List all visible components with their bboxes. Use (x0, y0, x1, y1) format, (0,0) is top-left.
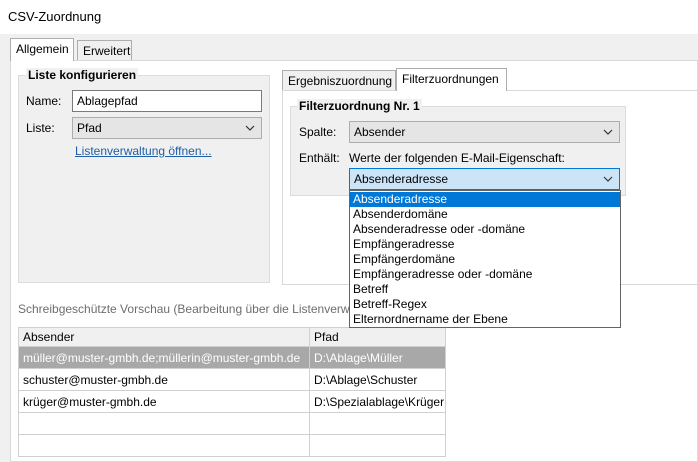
table-row[interactable]: müller@muster-gmbh.de;müllerin@muster-gm… (18, 346, 446, 369)
table-row[interactable] (18, 434, 446, 457)
tab-erweitert-label: Erweitert (83, 44, 131, 58)
name-label: Name: (26, 94, 62, 108)
dropdown-option[interactable]: Betreff (350, 282, 620, 297)
tab-filterzuordnungen[interactable]: Filterzuordnungen (396, 68, 507, 91)
tab-ergebniszuordnung-label: Ergebniszuordnung (288, 74, 393, 88)
dropdown-option[interactable]: Empfängerdomäne (350, 252, 620, 267)
dropdown-option[interactable]: Absenderdomäne (350, 207, 620, 222)
tab-allgemein[interactable]: Allgemein (10, 38, 74, 61)
preview-table-wrap: Absender Pfad müller@muster-gmbh.de;müll… (18, 327, 446, 457)
table-cell: krüger@muster-gmbh.de (18, 390, 310, 413)
title-bar: CSV-Zuordnung (0, 0, 698, 34)
name-field-value: Ablagepfad (77, 94, 138, 108)
contains-label: Enthält: (299, 151, 340, 165)
table-cell (18, 412, 310, 435)
dropdown-option[interactable]: Betreff-Regex (350, 297, 620, 312)
table-row[interactable]: schuster@muster-gmbh.de D:\Ablage\Schust… (18, 368, 446, 391)
window-title: CSV-Zuordnung (8, 9, 102, 24)
list-config-title: Liste konfigurieren (26, 68, 139, 82)
column-header-absender[interactable]: Absender (18, 327, 310, 347)
table-cell: schuster@muster-gmbh.de (18, 368, 310, 391)
table-row[interactable]: krüger@muster-gmbh.de D:\Spezialablage\K… (18, 390, 446, 413)
dropdown-option[interactable]: Absenderadresse (350, 192, 620, 207)
filter-title: Filterzuordnung Nr. 1 (297, 99, 422, 113)
property-select[interactable]: Absenderadresse (349, 168, 620, 190)
table-cell (309, 412, 446, 435)
table-cell (309, 434, 446, 457)
column-select[interactable]: Absender (349, 121, 620, 143)
preview-table: Absender Pfad müller@muster-gmbh.de;müll… (18, 327, 446, 457)
tab-filterzuordnungen-label: Filterzuordnungen (402, 72, 499, 86)
table-cell: müller@muster-gmbh.de;müllerin@muster-gm… (18, 346, 310, 369)
chevron-down-icon (603, 129, 613, 135)
chevron-down-icon (245, 125, 255, 131)
name-field[interactable]: Ablagepfad (72, 90, 262, 112)
property-dropdown-list: Absenderadresse Absenderdomäne Absendera… (349, 190, 621, 328)
table-cell: D:\Ablage\Müller (309, 346, 446, 369)
column-label: Spalte: (299, 125, 337, 139)
table-cell (18, 434, 310, 457)
tab-erweitert[interactable]: Erweitert (77, 40, 132, 61)
table-cell: D:\Spezialablage\Krüger (309, 390, 446, 413)
table-header-row: Absender Pfad (18, 327, 446, 347)
column-select-value: Absender (354, 125, 406, 139)
tab-ergebniszuordnung[interactable]: Ergebniszuordnung (282, 70, 396, 91)
list-select-value: Pfad (77, 121, 102, 135)
contains-description: Werte der folgenden E-Mail-Eigenschaft: (349, 151, 565, 165)
list-label: Liste: (26, 121, 55, 135)
dropdown-option[interactable]: Absenderadresse oder -domäne (350, 222, 620, 237)
list-manage-link[interactable]: Listenverwaltung öffnen... (75, 144, 212, 158)
tab-allgemein-label: Allgemein (16, 42, 69, 56)
list-select[interactable]: Pfad (72, 117, 262, 139)
dropdown-option[interactable]: Empfängeradresse (350, 237, 620, 252)
dropdown-option[interactable]: Elternordnername der Ebene (350, 312, 620, 327)
column-header-pfad[interactable]: Pfad (309, 327, 446, 347)
preview-label: Schreibgeschützte Vorschau (Bearbeitung … (18, 302, 359, 316)
dropdown-option[interactable]: Empfängeradresse oder -domäne (350, 267, 620, 282)
table-cell: D:\Ablage\Schuster (309, 368, 446, 391)
table-row[interactable] (18, 412, 446, 435)
chevron-down-icon (603, 176, 613, 182)
property-select-value: Absenderadresse (354, 172, 449, 186)
